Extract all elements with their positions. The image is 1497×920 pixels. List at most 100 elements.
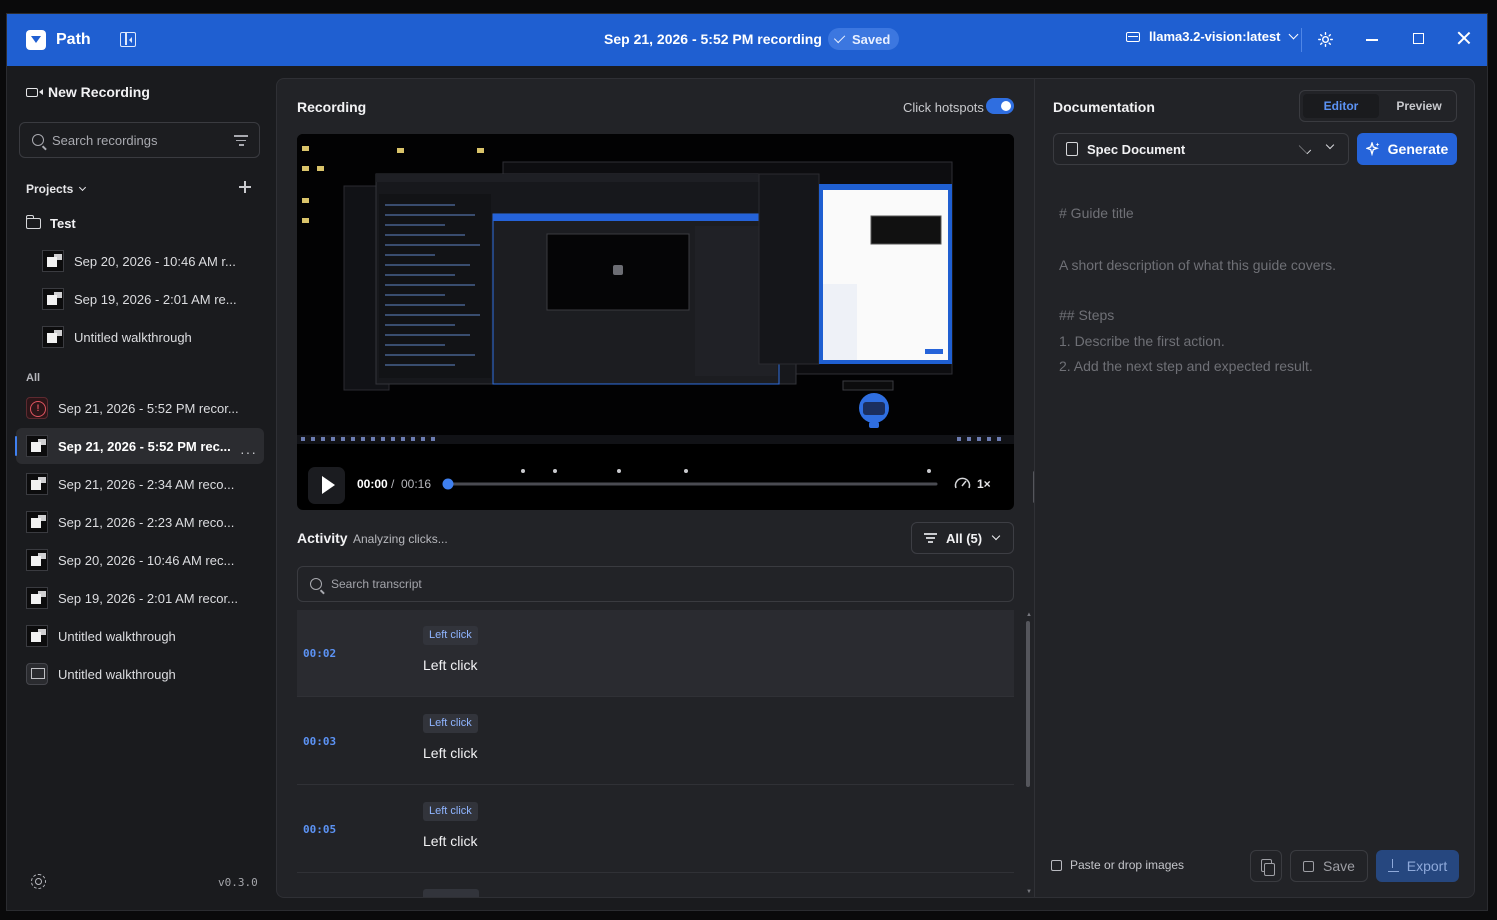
monitor-icon xyxy=(26,663,48,685)
video-frame xyxy=(297,134,1014,504)
editor-line[interactable]: A short description of what this guide c… xyxy=(1059,257,1336,273)
activity-timestamp[interactable]: 00:05 xyxy=(303,823,336,836)
activity-heading: Activity xyxy=(297,530,348,546)
recording-item[interactable]: Sep 21, 2026 - 5:52 PM recor... xyxy=(26,390,239,426)
template-selector[interactable]: Spec Document xyxy=(1053,133,1349,165)
search-recordings-input[interactable]: Search recordings xyxy=(19,122,260,158)
recording-label: Sep 21, 2026 - 5:52 PM rec... xyxy=(58,438,231,454)
paste-images-hint[interactable]: Paste or drop images xyxy=(1051,858,1184,872)
recording-label: Sep 20, 2026 - 10:46 AM r... xyxy=(74,253,236,269)
recording-label: Sep 21, 2026 - 2:34 AM reco... xyxy=(58,476,235,492)
paste-hint-label: Paste or drop images xyxy=(1070,858,1185,872)
pencil-icon[interactable] xyxy=(1298,141,1312,155)
tab-editor[interactable]: Editor xyxy=(1303,94,1379,118)
activity-label: Left click xyxy=(423,657,478,673)
save-icon xyxy=(1303,860,1315,872)
minimize-icon[interactable] xyxy=(1366,39,1378,41)
search-transcript-input[interactable]: Search transcript xyxy=(297,566,1014,602)
path-logo-icon xyxy=(26,30,46,50)
editor-line[interactable]: 1. Describe the first action. xyxy=(1059,333,1225,349)
click-hotspots-toggle[interactable] xyxy=(986,98,1014,114)
recording-thumbnail xyxy=(26,435,48,457)
scroll-up-arrow[interactable]: ▲ xyxy=(1026,612,1032,618)
chevron-down-icon xyxy=(79,183,87,192)
activity-tag: Left click xyxy=(423,802,478,821)
saved-badge: Saved xyxy=(828,28,900,50)
recording-thumbnail xyxy=(26,587,48,609)
theme-toggle-icon[interactable] xyxy=(1318,32,1333,47)
editor-line[interactable]: ## Steps xyxy=(1059,307,1114,323)
export-button[interactable]: Export xyxy=(1376,850,1459,882)
document-icon xyxy=(1066,142,1078,156)
chevron-down-icon xyxy=(991,531,1001,541)
editor-line[interactable]: # Guide title xyxy=(1059,205,1134,221)
more-options-icon[interactable]: ··· xyxy=(240,444,257,460)
filter-icon xyxy=(924,533,937,543)
titlebar-divider xyxy=(1301,28,1302,52)
activity-timestamp[interactable]: 00:03 xyxy=(303,735,336,748)
close-icon[interactable] xyxy=(1457,31,1471,45)
recording-label: Sep 20, 2026 - 10:46 AM rec... xyxy=(58,552,235,568)
maximize-icon[interactable] xyxy=(1413,33,1424,44)
model-name: llama3.2-vision:latest xyxy=(1149,29,1281,44)
activity-row[interactable]: 00:03 Left click Left click xyxy=(297,698,1014,785)
recording-thumbnail xyxy=(26,473,48,495)
scroll-down-arrow[interactable]: ▼ xyxy=(1026,889,1032,895)
recording-item-active[interactable]: Sep 21, 2026 - 5:52 PM rec... xyxy=(26,428,231,464)
template-name: Spec Document xyxy=(1087,141,1186,157)
search-icon xyxy=(310,578,322,590)
project-recording-item[interactable]: Untitled walkthrough xyxy=(42,319,192,355)
recording-item[interactable]: Untitled walkthrough xyxy=(26,656,176,692)
sidebar-toggle-icon[interactable] xyxy=(120,32,136,47)
drive-icon xyxy=(1126,31,1140,42)
filter-icon[interactable] xyxy=(234,135,248,146)
recording-label: Sep 19, 2026 - 2:01 AM re... xyxy=(74,291,237,307)
all-section-header: All xyxy=(26,372,41,384)
download-icon xyxy=(1387,858,1399,872)
recording-item[interactable]: Sep 20, 2026 - 10:46 AM rec... xyxy=(26,542,234,578)
search-placeholder: Search recordings xyxy=(52,132,158,148)
app-version: v0.3.0 xyxy=(218,876,258,889)
time-separator: / xyxy=(391,477,395,491)
project-recording-item[interactable]: Sep 19, 2026 - 2:01 AM re... xyxy=(42,281,237,317)
playback-speed[interactable]: 1× xyxy=(977,477,991,491)
recording-item[interactable]: Sep 19, 2026 - 2:01 AM recor... xyxy=(26,580,238,616)
model-selector[interactable]: llama3.2-vision:latest xyxy=(1126,29,1298,44)
recording-item[interactable]: Sep 21, 2026 - 2:23 AM reco... xyxy=(26,504,234,540)
current-time: 00:00 xyxy=(357,477,388,491)
projects-header[interactable]: Projects xyxy=(26,182,87,196)
recording-thumbnail xyxy=(42,250,64,272)
tab-preview[interactable]: Preview xyxy=(1381,94,1457,118)
recording-item[interactable]: Untitled walkthrough xyxy=(26,618,176,654)
active-indicator xyxy=(15,436,17,456)
activity-scrollbar[interactable] xyxy=(1026,621,1030,787)
title-bar: Path Sep 21, 2026 - 5:52 PM recording Sa… xyxy=(7,14,1487,66)
recording-item[interactable]: Sep 21, 2026 - 2:34 AM reco... xyxy=(26,466,234,502)
activity-label: Left click xyxy=(423,745,478,761)
copy-button[interactable] xyxy=(1250,850,1282,882)
documentation-heading: Documentation xyxy=(1053,99,1155,115)
click-hotspots-label: Click hotspots xyxy=(903,100,984,115)
duration: 00:16 xyxy=(401,477,432,491)
new-recording-button[interactable]: New Recording xyxy=(26,84,150,100)
new-recording-label: New Recording xyxy=(48,84,150,100)
generate-button[interactable]: Generate xyxy=(1357,133,1457,165)
video-player[interactable]: 00:00 / 00:16 1× xyxy=(297,134,1014,510)
save-button[interactable]: Save xyxy=(1290,850,1368,882)
settings-gear-icon[interactable] xyxy=(31,874,46,889)
sparkle-icon xyxy=(1365,142,1380,156)
activity-row[interactable]: 00:02 Left click Left click xyxy=(297,610,1014,697)
folder-icon xyxy=(26,215,41,229)
activity-timestamp[interactable]: 00:02 xyxy=(303,647,336,660)
editor-line[interactable]: 2. Add the next step and expected result… xyxy=(1059,358,1313,374)
activity-label: Left click xyxy=(423,833,478,849)
check-icon xyxy=(833,31,846,44)
recording-thumbnail xyxy=(26,511,48,533)
add-project-icon[interactable] xyxy=(239,181,251,193)
projects-label: Projects xyxy=(26,182,74,196)
activity-filter-button[interactable]: All (5) xyxy=(911,522,1014,554)
recording-label: Sep 21, 2026 - 5:52 PM recor... xyxy=(58,400,239,416)
activity-row[interactable]: 00:05 Left click Left click xyxy=(297,786,1014,873)
project-folder-test[interactable]: Test xyxy=(26,215,76,231)
project-recording-item[interactable]: Sep 20, 2026 - 10:46 AM r... xyxy=(42,243,236,279)
